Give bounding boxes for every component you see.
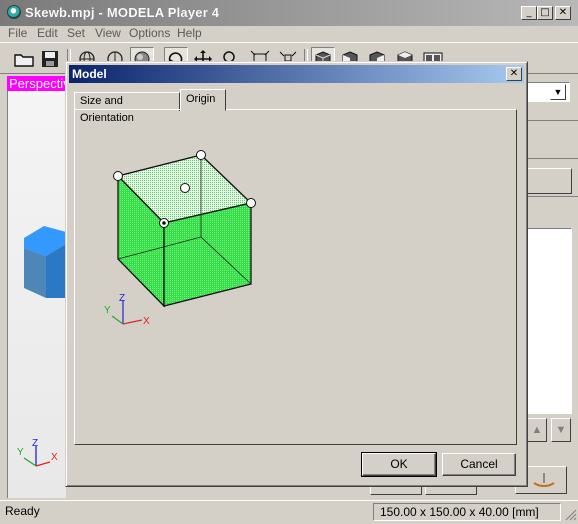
menu-file[interactable]: File <box>8 26 27 40</box>
viewport-label: Perspective <box>7 76 65 91</box>
origin-handle <box>113 171 123 181</box>
save-icon[interactable] <box>38 47 62 71</box>
up-arrow-icon[interactable]: ▲ <box>527 418 547 442</box>
bottom-buttons-strip <box>370 487 515 499</box>
tab-origin[interactable]: Origin <box>180 89 226 111</box>
model-preview <box>24 226 66 298</box>
resize-grip-icon[interactable] <box>563 507 577 521</box>
dialog-axis-x: X <box>143 316 150 327</box>
model-dimensions: 150.00 x 150.00 x 40.00 [mm] <box>373 503 561 521</box>
menu-view[interactable]: View <box>95 26 121 40</box>
dialog-axis-y: Y <box>104 305 111 316</box>
menu-set[interactable]: Set <box>67 26 85 40</box>
viewport-axis-y: Y <box>17 447 24 458</box>
window-title: Skewb.mpj - MODELA Player 4 <box>25 5 220 20</box>
menu-options[interactable]: Options <box>129 26 170 40</box>
viewport-axes: Z X Y <box>17 438 58 467</box>
status-bar: Ready 150.00 x 150.00 x 40.00 [mm] <box>0 500 578 523</box>
status-text: Ready <box>5 504 40 518</box>
main-title-bar: Skewb.mpj - MODELA Player 4 _ □ ✕ <box>0 0 578 26</box>
viewport-axis-x: X <box>51 452 58 463</box>
dialog-close-icon[interactable]: ✕ <box>506 67 522 81</box>
ok-button[interactable]: OK <box>361 452 437 477</box>
origin-handle <box>246 198 256 208</box>
dialog-axes: Z X Y <box>104 293 150 327</box>
minimize-icon[interactable]: _ <box>521 6 537 20</box>
down-arrow-icon[interactable]: ▼ <box>551 418 571 442</box>
dialog-title: Model <box>72 67 107 81</box>
open-folder-icon[interactable] <box>12 47 36 71</box>
cancel-button[interactable]: Cancel <box>442 453 516 476</box>
menu-edit[interactable]: Edit <box>37 26 58 40</box>
menu-bar: File Edit Set View Options Help <box>0 25 578 42</box>
viewport-axis-z: Z <box>32 438 38 449</box>
dialog-axis-z: Z <box>119 293 125 304</box>
origin-handle <box>196 150 206 160</box>
dialog-title-bar: Model ✕ <box>69 65 524 83</box>
model-dialog: Model ✕ Size and Orientation Origin Z X … <box>65 61 528 487</box>
maximize-icon[interactable]: □ <box>537 6 553 20</box>
close-icon[interactable]: ✕ <box>555 6 571 20</box>
chevron-down-icon[interactable]: ▼ <box>550 84 566 100</box>
app-icon <box>7 5 21 19</box>
origin-handle <box>180 183 190 193</box>
menu-help[interactable]: Help <box>177 26 202 40</box>
